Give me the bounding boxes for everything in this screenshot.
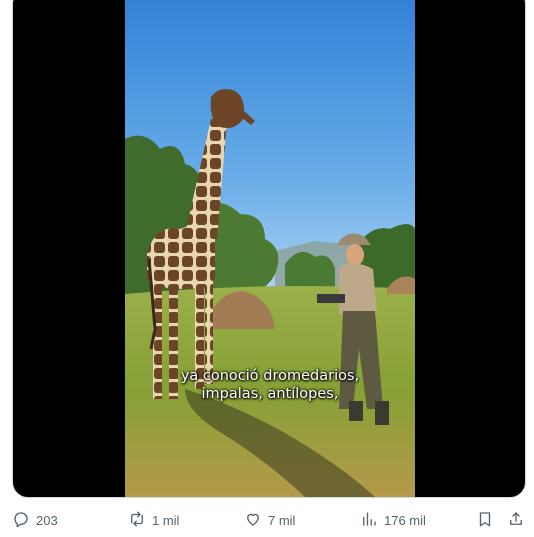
reply-icon (12, 510, 30, 531)
repost-icon (128, 510, 146, 531)
views-icon (360, 510, 378, 531)
tweet-media-card[interactable]: ya conoció dromedarios, impalas, antílop… (12, 0, 526, 498)
share-icon (507, 510, 525, 531)
share-button[interactable] (507, 509, 525, 531)
repost-count: 1 mil (152, 512, 180, 528)
caption-line: impalas, antílopes, (201, 386, 339, 402)
caption-line: ya conoció dromedarios, (180, 368, 360, 384)
video-frame-image (125, 0, 415, 497)
repost-button[interactable]: 1 mil (128, 509, 179, 531)
bookmark-button[interactable] (476, 509, 494, 531)
video-player[interactable]: ya conoció dromedarios, impalas, antílop… (125, 0, 415, 497)
bookmark-icon (476, 510, 494, 531)
video-caption: ya conoció dromedarios, impalas, antílop… (125, 367, 415, 403)
views-count: 176 mil (384, 512, 426, 528)
reply-button[interactable]: 203 (12, 509, 58, 531)
like-button[interactable]: 7 mil (244, 509, 295, 531)
like-count: 7 mil (268, 512, 296, 528)
tweet-action-bar: 203 1 mil 7 mil 176 mil (0, 505, 534, 535)
views-button[interactable]: 176 mil (360, 509, 426, 531)
heart-icon (244, 510, 262, 531)
reply-count: 203 (36, 512, 58, 528)
